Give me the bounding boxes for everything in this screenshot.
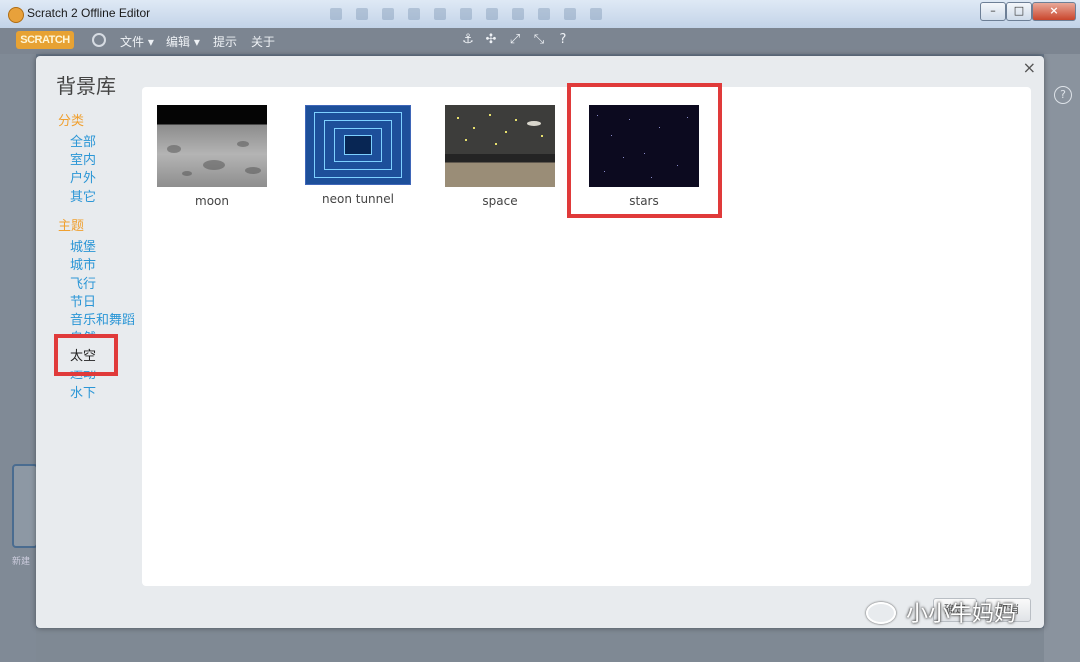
- category-other[interactable]: 其它: [70, 186, 96, 205]
- category-all[interactable]: 全部: [70, 131, 96, 150]
- category-header: 分类: [58, 114, 85, 129]
- space-thumbnail: [445, 105, 555, 187]
- background-editor-right: [1044, 54, 1080, 662]
- theme-castle[interactable]: 城堡: [70, 236, 96, 255]
- menu-tips[interactable]: 提示: [213, 33, 237, 50]
- highlight-stars-backdrop: [567, 83, 722, 218]
- watermark: 小小牛妈妈: [906, 602, 1017, 627]
- globe-icon[interactable]: [92, 33, 106, 47]
- new-backdrop-label: 新建: [12, 557, 31, 567]
- shrink-icon[interactable]: ⤡: [532, 33, 546, 47]
- category-outdoors[interactable]: 户外: [70, 167, 96, 186]
- backdrop-tile-space[interactable]: space: [442, 105, 558, 208]
- minimize-button[interactable]: –: [980, 2, 1006, 21]
- highlight-space-theme: [54, 334, 118, 376]
- theme-music-and-dance[interactable]: 音乐和舞蹈: [70, 309, 135, 328]
- menu-file[interactable]: 文件 ▾: [120, 33, 154, 50]
- theme-city[interactable]: 城市: [70, 254, 96, 273]
- theme-underwater[interactable]: 水下: [70, 382, 96, 401]
- scratch-cat-icon: [8, 7, 24, 23]
- maximize-button[interactable]: □: [1006, 2, 1032, 21]
- dialog-close-button[interactable]: ×: [1023, 58, 1036, 77]
- backdrop-library-dialog: 背景库 × 分类 全部 室内 户外 其它 主题 城堡 城市 飞行 节日 音乐和舞…: [36, 56, 1044, 628]
- window-close-button[interactable]: ×: [1032, 2, 1076, 21]
- background-editor-bottom: [36, 628, 1044, 662]
- menu-edit[interactable]: 编辑 ▾: [166, 33, 200, 50]
- theme-flying[interactable]: 飞行: [70, 273, 96, 292]
- dialog-title: 背景库: [56, 74, 116, 98]
- menu-about[interactable]: 关于: [251, 33, 275, 50]
- backdrop-name: neon tunnel: [322, 192, 394, 206]
- window-titlebar: Scratch 2 Offline Editor – □ ×: [0, 0, 1080, 29]
- category-indoors[interactable]: 室内: [70, 149, 96, 168]
- background-editor-left: 新建: [0, 54, 38, 662]
- menubar: SCRATCH 文件 ▾ 编辑 ▾ 提示 关于 ⚓ ✣ ⤢ ⤡ ?: [0, 28, 1080, 54]
- block-help-icon[interactable]: ?: [556, 33, 570, 47]
- moon-thumbnail: [157, 105, 267, 187]
- scratch-logo[interactable]: SCRATCH: [16, 31, 74, 49]
- theme-holiday[interactable]: 节日: [70, 291, 96, 310]
- stage-thumbnail: [12, 464, 38, 548]
- window-title: Scratch 2 Offline Editor: [27, 6, 151, 20]
- duplicate-stamp-icon[interactable]: ⚓: [461, 33, 475, 47]
- backdrop-name: space: [482, 194, 518, 208]
- neon-tunnel-thumbnail: [305, 105, 411, 185]
- wechat-icon: [866, 602, 896, 624]
- backdrop-tile-moon[interactable]: moon: [154, 105, 270, 208]
- ufo-icon: [527, 121, 541, 126]
- background-toolbar-ghost: [330, 8, 660, 22]
- theme-header: 主题: [58, 219, 85, 234]
- delete-scissors-icon[interactable]: ✣: [484, 33, 498, 47]
- backdrop-name: moon: [195, 194, 229, 208]
- help-icon[interactable]: ?: [1054, 86, 1072, 104]
- backdrop-tile-neon-tunnel[interactable]: neon tunnel: [300, 105, 416, 206]
- grow-icon[interactable]: ⤢: [508, 33, 522, 47]
